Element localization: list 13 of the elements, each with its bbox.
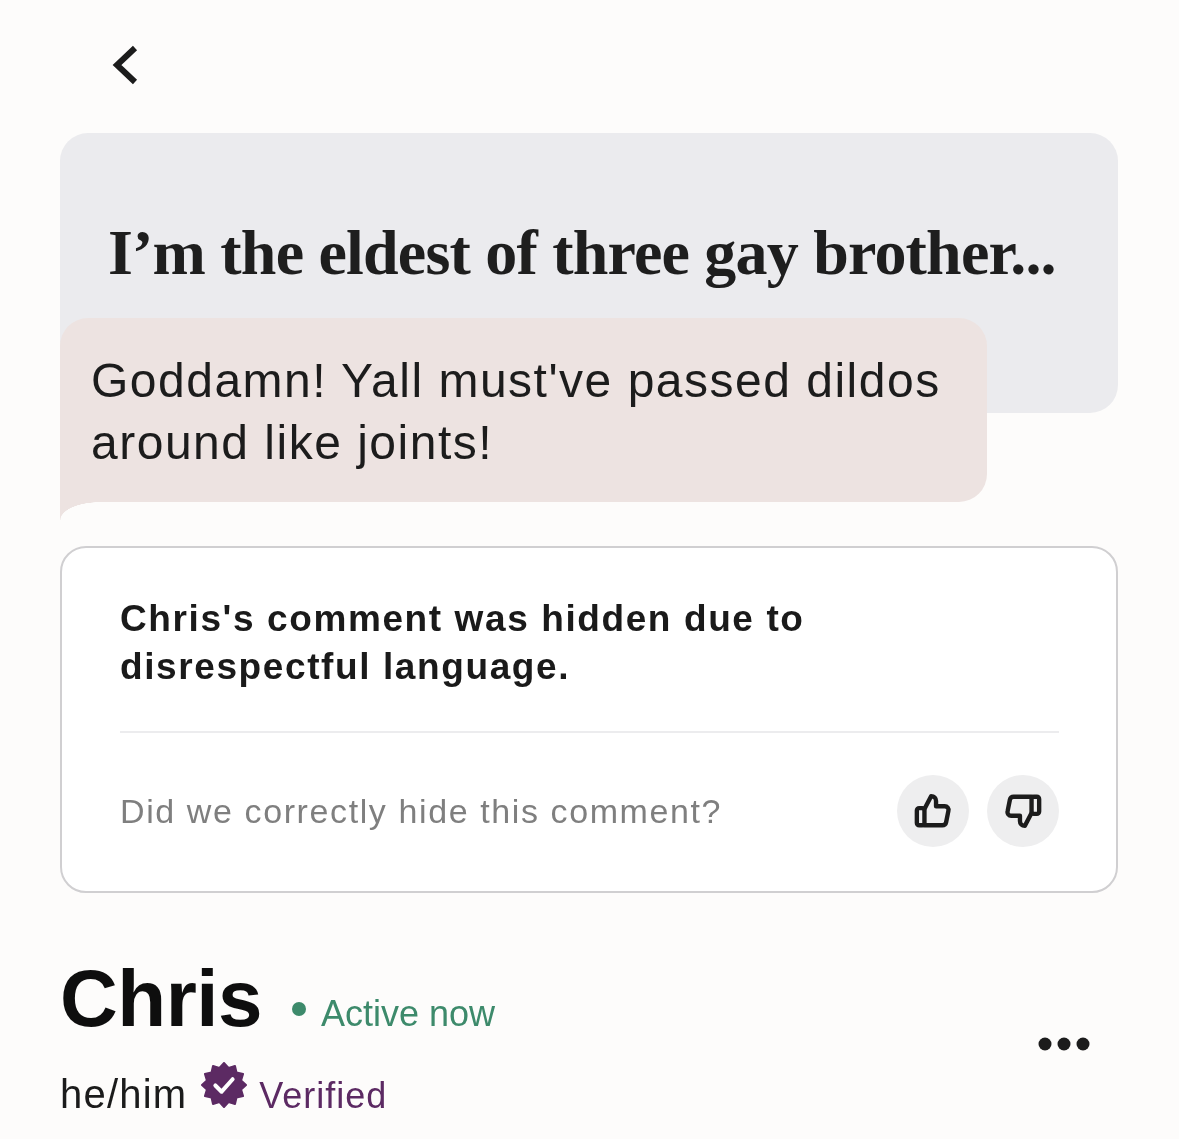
- more-options-button[interactable]: [1038, 1037, 1090, 1051]
- notice-message: Chris's comment was hidden due to disrespectful language.: [120, 597, 806, 689]
- profile-name: Chris: [60, 959, 262, 1039]
- thumbs-down-icon: [1004, 792, 1042, 830]
- thumbs-up-icon: [914, 792, 952, 830]
- more-icon: [1038, 1037, 1090, 1051]
- pronouns: he/him: [60, 1072, 188, 1116]
- reply-text: Goddamn! Yall must've passed dildos around like joints!: [91, 353, 942, 471]
- prompt-title: I’m the eldest of three gay brother...: [108, 217, 1057, 289]
- chevron-left-icon: [112, 45, 138, 85]
- feedback-question: Did we correctly hide this comment?: [120, 791, 723, 831]
- status-text: Active now: [321, 993, 496, 1035]
- verified-label: Verified: [259, 1075, 388, 1117]
